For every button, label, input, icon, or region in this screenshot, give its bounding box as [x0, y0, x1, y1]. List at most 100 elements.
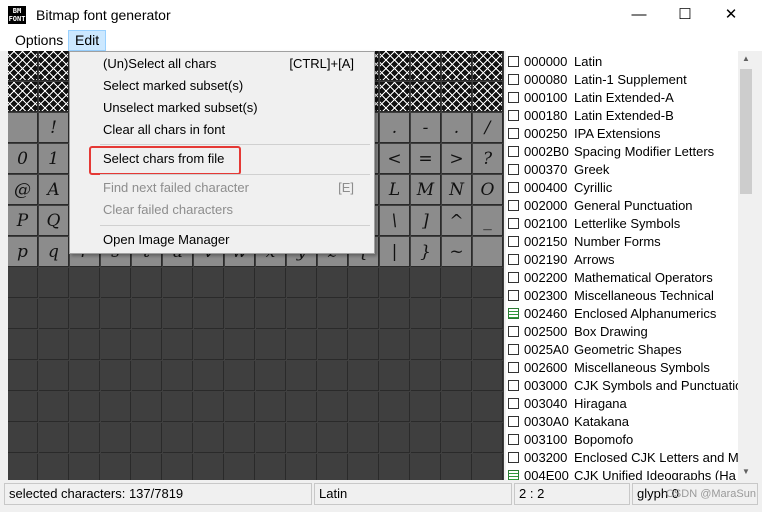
- char-cell[interactable]: [411, 268, 441, 298]
- char-cell[interactable]: [194, 299, 224, 329]
- char-cell[interactable]: [318, 361, 348, 391]
- char-cell[interactable]: [132, 361, 162, 391]
- subset-row[interactable]: 003040 Hiragana: [506, 395, 738, 413]
- subset-row[interactable]: 003000 CJK Symbols and Punctuatio: [506, 377, 738, 395]
- subset-row[interactable]: 002150 Number Forms: [506, 233, 738, 251]
- subset-row[interactable]: 000180 Latin Extended-B: [506, 107, 738, 125]
- char-cell[interactable]: [194, 361, 224, 391]
- char-cell[interactable]: [194, 423, 224, 453]
- subset-row[interactable]: 002190 Arrows: [506, 251, 738, 269]
- subset-checkbox[interactable]: [508, 128, 519, 139]
- subset-checkbox[interactable]: [508, 272, 519, 283]
- subset-row[interactable]: 002460 Enclosed Alphanumerics: [506, 305, 738, 323]
- char-cell[interactable]: [256, 361, 286, 391]
- char-cell[interactable]: [132, 392, 162, 422]
- char-cell[interactable]: [473, 237, 503, 267]
- minimize-button[interactable]: —: [616, 0, 662, 30]
- subset-row[interactable]: 003200 Enclosed CJK Letters and M: [506, 449, 738, 467]
- menu-item-clear-all-chars[interactable]: Clear all chars in font: [70, 119, 374, 141]
- char-cell[interactable]: [287, 268, 317, 298]
- char-cell[interactable]: [256, 423, 286, 453]
- char-cell[interactable]: [225, 423, 255, 453]
- char-cell[interactable]: [39, 51, 69, 81]
- scroll-thumb[interactable]: [740, 69, 752, 194]
- char-cell[interactable]: [70, 423, 100, 453]
- char-cell[interactable]: [380, 82, 410, 112]
- subset-row[interactable]: 004E00 CJK Unified Ideographs (Ha: [506, 467, 738, 480]
- subset-checkbox[interactable]: [508, 416, 519, 427]
- char-cell[interactable]: [163, 268, 193, 298]
- char-cell[interactable]: ~: [442, 237, 472, 267]
- subset-row[interactable]: 003100 Bopomofo: [506, 431, 738, 449]
- char-cell[interactable]: [8, 299, 38, 329]
- char-cell[interactable]: [442, 423, 472, 453]
- char-cell[interactable]: [256, 392, 286, 422]
- char-cell[interactable]: [101, 330, 131, 360]
- subset-checkbox[interactable]: [508, 92, 519, 103]
- char-cell[interactable]: [70, 392, 100, 422]
- char-cell[interactable]: [256, 454, 286, 480]
- char-cell[interactable]: [349, 361, 379, 391]
- char-cell[interactable]: M: [411, 175, 441, 205]
- char-cell[interactable]: [225, 330, 255, 360]
- char-cell[interactable]: [8, 82, 38, 112]
- char-cell[interactable]: [194, 392, 224, 422]
- subset-row[interactable]: 002100 Letterlike Symbols: [506, 215, 738, 233]
- char-cell[interactable]: [70, 454, 100, 480]
- char-cell[interactable]: [8, 330, 38, 360]
- char-cell[interactable]: ?: [473, 144, 503, 174]
- subset-checkbox[interactable]: [508, 182, 519, 193]
- char-cell[interactable]: [349, 392, 379, 422]
- char-cell[interactable]: [132, 454, 162, 480]
- subset-row[interactable]: 000080 Latin-1 Supplement: [506, 71, 738, 89]
- char-cell[interactable]: [411, 392, 441, 422]
- subset-row[interactable]: 000100 Latin Extended-A: [506, 89, 738, 107]
- char-cell[interactable]: [8, 423, 38, 453]
- unicode-subset-list[interactable]: 000000 Latin 000080 Latin-1 Supplement 00010…: [506, 51, 738, 480]
- char-cell[interactable]: !: [39, 113, 69, 143]
- char-cell[interactable]: [8, 361, 38, 391]
- char-cell[interactable]: 1: [39, 144, 69, 174]
- subset-checkbox[interactable]: [508, 344, 519, 355]
- char-cell[interactable]: [194, 454, 224, 480]
- char-cell[interactable]: [70, 330, 100, 360]
- char-cell[interactable]: @: [8, 175, 38, 205]
- char-cell[interactable]: [473, 423, 503, 453]
- char-cell[interactable]: [132, 423, 162, 453]
- char-cell[interactable]: [442, 454, 472, 480]
- subset-checkbox[interactable]: [508, 164, 519, 175]
- char-cell[interactable]: [132, 268, 162, 298]
- char-cell[interactable]: .: [442, 113, 472, 143]
- char-cell[interactable]: [70, 361, 100, 391]
- char-cell[interactable]: [101, 268, 131, 298]
- subset-checkbox[interactable]: [508, 218, 519, 229]
- char-cell[interactable]: [225, 392, 255, 422]
- char-cell[interactable]: [411, 361, 441, 391]
- char-cell[interactable]: [39, 392, 69, 422]
- char-cell[interactable]: [349, 423, 379, 453]
- char-cell[interactable]: [349, 330, 379, 360]
- char-cell[interactable]: [349, 268, 379, 298]
- char-cell[interactable]: [380, 51, 410, 81]
- char-cell[interactable]: [225, 454, 255, 480]
- char-cell[interactable]: <: [380, 144, 410, 174]
- char-cell[interactable]: [473, 330, 503, 360]
- char-cell[interactable]: [349, 299, 379, 329]
- char-cell[interactable]: [287, 392, 317, 422]
- subset-checkbox[interactable]: [508, 56, 519, 67]
- menu-edit[interactable]: Edit: [68, 30, 107, 51]
- char-cell[interactable]: [194, 268, 224, 298]
- char-cell[interactable]: [101, 423, 131, 453]
- char-cell[interactable]: P: [8, 206, 38, 236]
- char-cell[interactable]: [8, 454, 38, 480]
- char-cell[interactable]: [411, 330, 441, 360]
- subset-row[interactable]: 000250 IPA Extensions: [506, 125, 738, 143]
- subset-checkbox[interactable]: [508, 308, 519, 319]
- subset-checkbox[interactable]: [508, 326, 519, 337]
- maximize-button[interactable]: ☐: [662, 0, 708, 30]
- char-cell[interactable]: [163, 423, 193, 453]
- char-cell[interactable]: [473, 82, 503, 112]
- char-cell[interactable]: [39, 361, 69, 391]
- char-cell[interactable]: [473, 454, 503, 480]
- char-cell[interactable]: [39, 423, 69, 453]
